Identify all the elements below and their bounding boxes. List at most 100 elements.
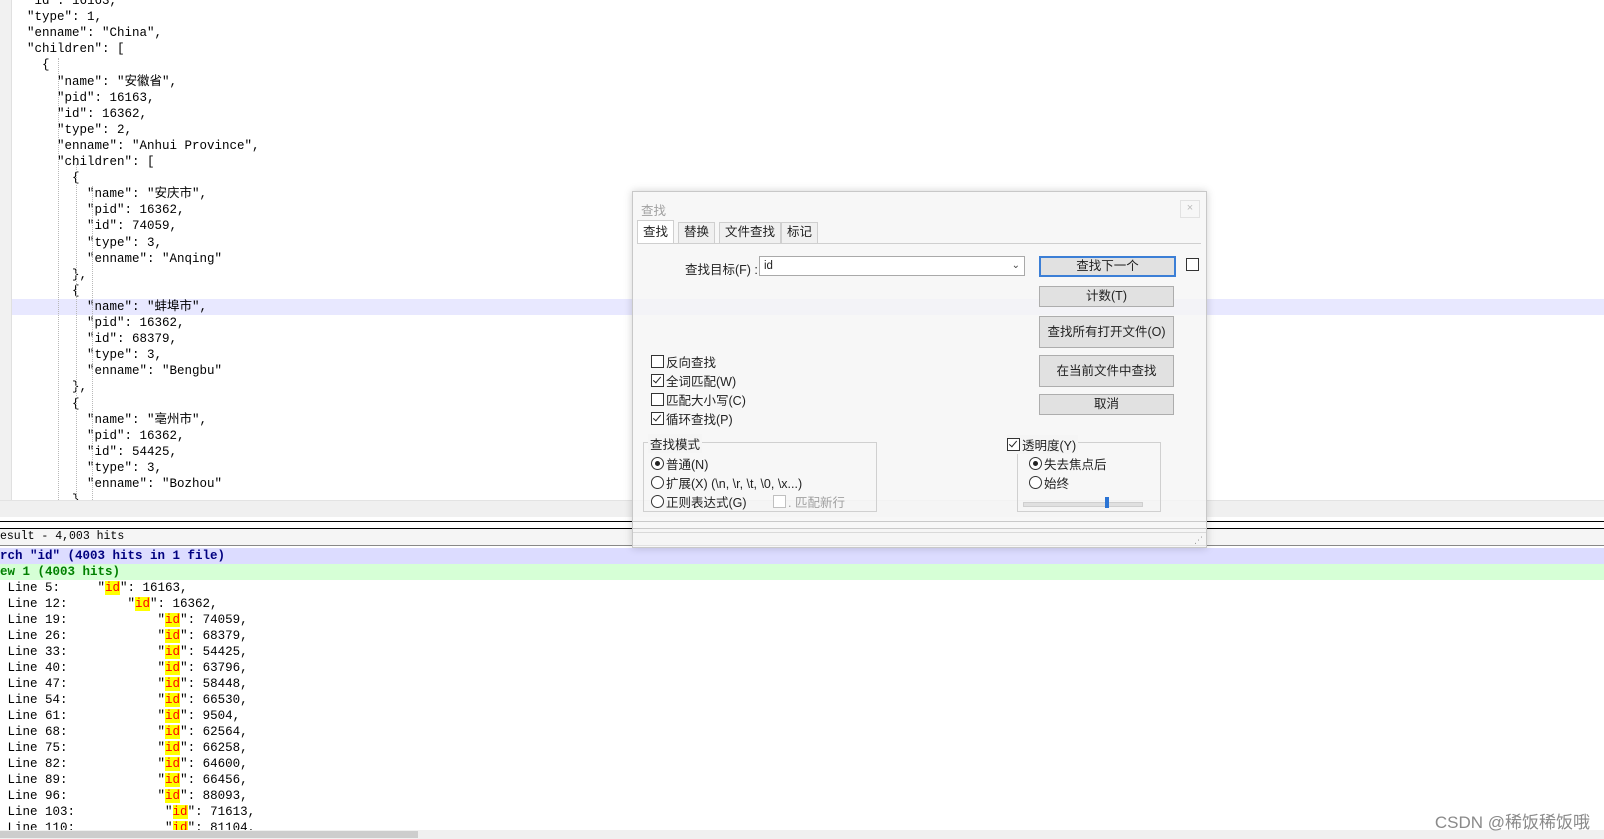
result-suffix: ": 66258, [180,741,248,755]
code-line[interactable]: "children": [ [12,154,1604,170]
transparency-option[interactable]: 透明度(Y) [1007,435,1079,454]
result-suffix: ": 62564, [180,725,248,739]
close-button[interactable]: × [1180,200,1200,218]
tab-divider [637,243,1201,244]
code-line[interactable]: "type": 2, [12,122,1604,138]
find-target-combobox[interactable]: id ⌄ [759,256,1025,276]
code-line[interactable]: "type": 1, [12,9,1604,25]
code-line[interactable]: "children": [ [12,41,1604,57]
count-button[interactable]: 计数(T) [1039,286,1174,307]
result-row[interactable]: Line 47: "id": 58448, [0,676,1604,692]
result-row[interactable]: Line 75: "id": 66258, [0,740,1604,756]
result-hit: id [165,757,181,771]
tab-find[interactable]: 查找 [637,220,675,244]
resize-grip-icon[interactable]: ⋰ [1194,535,1203,546]
results-scroll-thumb[interactable] [0,831,418,838]
radio[interactable] [651,476,664,489]
mode-regex-option[interactable]: 正则表达式(G) [651,492,747,511]
radio-selected[interactable] [651,457,664,470]
checkbox[interactable] [651,393,664,406]
search-header-line[interactable]: rch "id" (4003 hits in 1 file) [0,548,1604,564]
result-hit: id [172,805,188,819]
result-suffix: ": 68379, [180,629,248,643]
code-line[interactable]: "id": 16362, [12,106,1604,122]
code-line[interactable]: "name": "安徽省", [12,74,1604,90]
result-row[interactable]: Line 40: "id": 63796, [0,660,1604,676]
result-prefix: " [67,645,166,659]
transparency-slider-thumb[interactable] [1105,497,1109,508]
result-line-number: Line 19: [0,613,68,627]
code-line[interactable]: "enname": "China", [12,25,1604,41]
result-row[interactable]: Line 33: "id": 54425, [0,644,1604,660]
code-line[interactable]: "pid": 16163, [12,90,1604,106]
result-hit: id [165,613,181,627]
result-row[interactable]: Line 19: "id": 74059, [0,612,1604,628]
result-hit: id [165,677,181,691]
result-line-number: Line 47: [0,677,68,691]
transparency-label: 透明度(Y) [1022,439,1077,453]
result-line-number: Line 33: [0,645,68,659]
result-row[interactable]: Line 54: "id": 66530, [0,692,1604,708]
find-next-button[interactable]: 查找下一个 [1039,256,1176,277]
result-row[interactable]: Line 61: "id": 9504, [0,708,1604,724]
file-header-line[interactable]: ew 1 (4003 hits) [0,564,1604,580]
result-line-number: Line 96: [0,789,68,803]
code-line[interactable]: { [12,57,1604,73]
cancel-button[interactable]: 取消 [1039,394,1174,415]
radio[interactable] [651,495,664,508]
result-row[interactable]: Line 103: "id": 71613, [0,804,1604,820]
code-line[interactable]: "id": 16163, [12,0,1604,9]
tab-mark[interactable]: 标记 [781,222,819,243]
indent-guide [58,58,59,500]
result-prefix: " [67,757,166,771]
checkbox-checked[interactable] [651,374,664,387]
results-horizontal-scrollbar[interactable] [0,830,1604,839]
result-line-number: Line 103: [0,805,76,819]
mode-extended-option[interactable]: 扩展(X) (\n, \r, \t, \0, \x...) [651,473,802,492]
result-prefix: " [67,789,166,803]
result-line-number: Line 82: [0,757,68,771]
whole-word-option[interactable]: 全词匹配(W) [651,371,736,390]
checkbox-checked[interactable] [1007,438,1020,451]
checkbox[interactable] [651,355,664,368]
mode-normal-label: 普通(N) [666,458,709,472]
tab-replace[interactable]: 替换 [678,222,716,243]
find-target-label: 查找目标(F) : [685,263,758,277]
result-prefix: " [67,597,136,611]
checkbox-checked[interactable] [651,412,664,425]
result-row[interactable]: Line 82: "id": 64600, [0,756,1604,772]
editor-fold-margin[interactable] [0,0,12,500]
find-in-current-file-button[interactable]: 在当前文件中查找 [1039,355,1174,387]
result-row[interactable]: Line 110: "id": 81104, [0,820,1604,830]
mode-normal-option[interactable]: 普通(N) [651,454,708,473]
result-row[interactable]: Line 96: "id": 88093, [0,788,1604,804]
match-case-option[interactable]: 匹配大小写(C) [651,390,746,409]
always-on-top-checkbox[interactable] [1186,258,1199,271]
backward-option[interactable]: 反向查找 [651,352,716,371]
radio[interactable] [1029,476,1042,489]
always-option[interactable]: 始终 [1029,473,1069,492]
result-line-number: Line 75: [0,741,68,755]
result-line-number: Line 89: [0,773,68,787]
result-row[interactable]: Line 5: "id": 16163, [0,580,1604,596]
transparency-slider[interactable] [1023,502,1143,507]
result-hit: id [165,693,181,707]
mode-regex-label: 正则表达式(G) [666,496,747,510]
tab-find-in-files[interactable]: 文件查找 [719,222,782,243]
wrap-around-option[interactable]: 循环查找(P) [651,409,733,428]
find-all-open-files-button[interactable]: 查找所有打开文件(O) [1039,316,1174,348]
chevron-down-icon[interactable]: ⌄ [1012,257,1020,275]
code-line[interactable]: { [12,170,1604,186]
find-dialog[interactable]: 查找 × 查找 替换 文件查找 标记 查找目标(F) : id ⌄ 查找下一个 … [632,191,1207,548]
result-row[interactable]: Line 12: "id": 16362, [0,596,1604,612]
on-lose-focus-option[interactable]: 失去焦点后 [1029,454,1107,473]
result-hit: id [105,581,121,595]
backward-label: 反向查找 [666,356,717,370]
radio-selected[interactable] [1029,457,1042,470]
search-results-panel[interactable]: rch "id" (4003 hits in 1 file) ew 1 (400… [0,548,1604,830]
result-row[interactable]: Line 89: "id": 66456, [0,772,1604,788]
code-line[interactable]: "enname": "Anhui Province", [12,138,1604,154]
result-suffix: ": 54425, [180,645,248,659]
result-row[interactable]: Line 68: "id": 62564, [0,724,1604,740]
result-row[interactable]: Line 26: "id": 68379, [0,628,1604,644]
